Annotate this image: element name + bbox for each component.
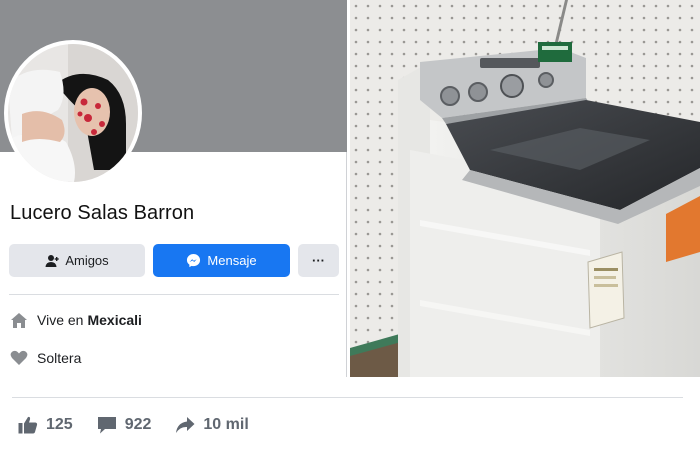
- friends-button[interactable]: Amigos: [9, 244, 145, 277]
- relationship-status: Soltera: [37, 350, 82, 366]
- post-stats-bar: 125 922 10 mil: [18, 416, 249, 434]
- person-icon: [45, 254, 60, 268]
- avatar-photo: [8, 44, 138, 182]
- likes-count: 125: [46, 416, 73, 433]
- message-button[interactable]: Mensaje: [153, 244, 290, 277]
- comments-count-button[interactable]: 922: [97, 416, 152, 434]
- home-icon: [9, 311, 29, 329]
- share-arrow-icon: [175, 416, 195, 434]
- profile-card: Lucero Salas Barron Amigos Mensaje ··· V…: [0, 0, 347, 377]
- likes-count-button[interactable]: 125: [18, 416, 73, 434]
- message-button-label: Mensaje: [207, 253, 257, 268]
- post-photo-washing-machine[interactable]: [350, 0, 700, 377]
- lives-in-row: Vive en Mexicali: [9, 311, 142, 329]
- heart-icon: [9, 349, 29, 367]
- divider: [9, 294, 339, 295]
- messenger-icon: [186, 253, 201, 268]
- shares-count: 10 mil: [203, 416, 249, 433]
- comment-icon: [97, 416, 117, 434]
- city-link[interactable]: Mexicali: [87, 312, 141, 328]
- more-options-button[interactable]: ···: [298, 244, 339, 277]
- profile-name: Lucero Salas Barron: [10, 202, 195, 224]
- shares-count-button[interactable]: 10 mil: [175, 416, 249, 434]
- reactions-divider: [12, 397, 683, 398]
- relationship-row: Soltera: [9, 349, 81, 367]
- comments-count: 922: [124, 416, 152, 433]
- lives-in-prefix: Vive en: [37, 312, 84, 328]
- profile-avatar[interactable]: [4, 40, 142, 186]
- thumbs-up-icon: [18, 416, 38, 434]
- more-options-label: ···: [312, 253, 325, 268]
- friends-button-label: Amigos: [65, 253, 109, 268]
- washing-machine-image: [350, 0, 700, 377]
